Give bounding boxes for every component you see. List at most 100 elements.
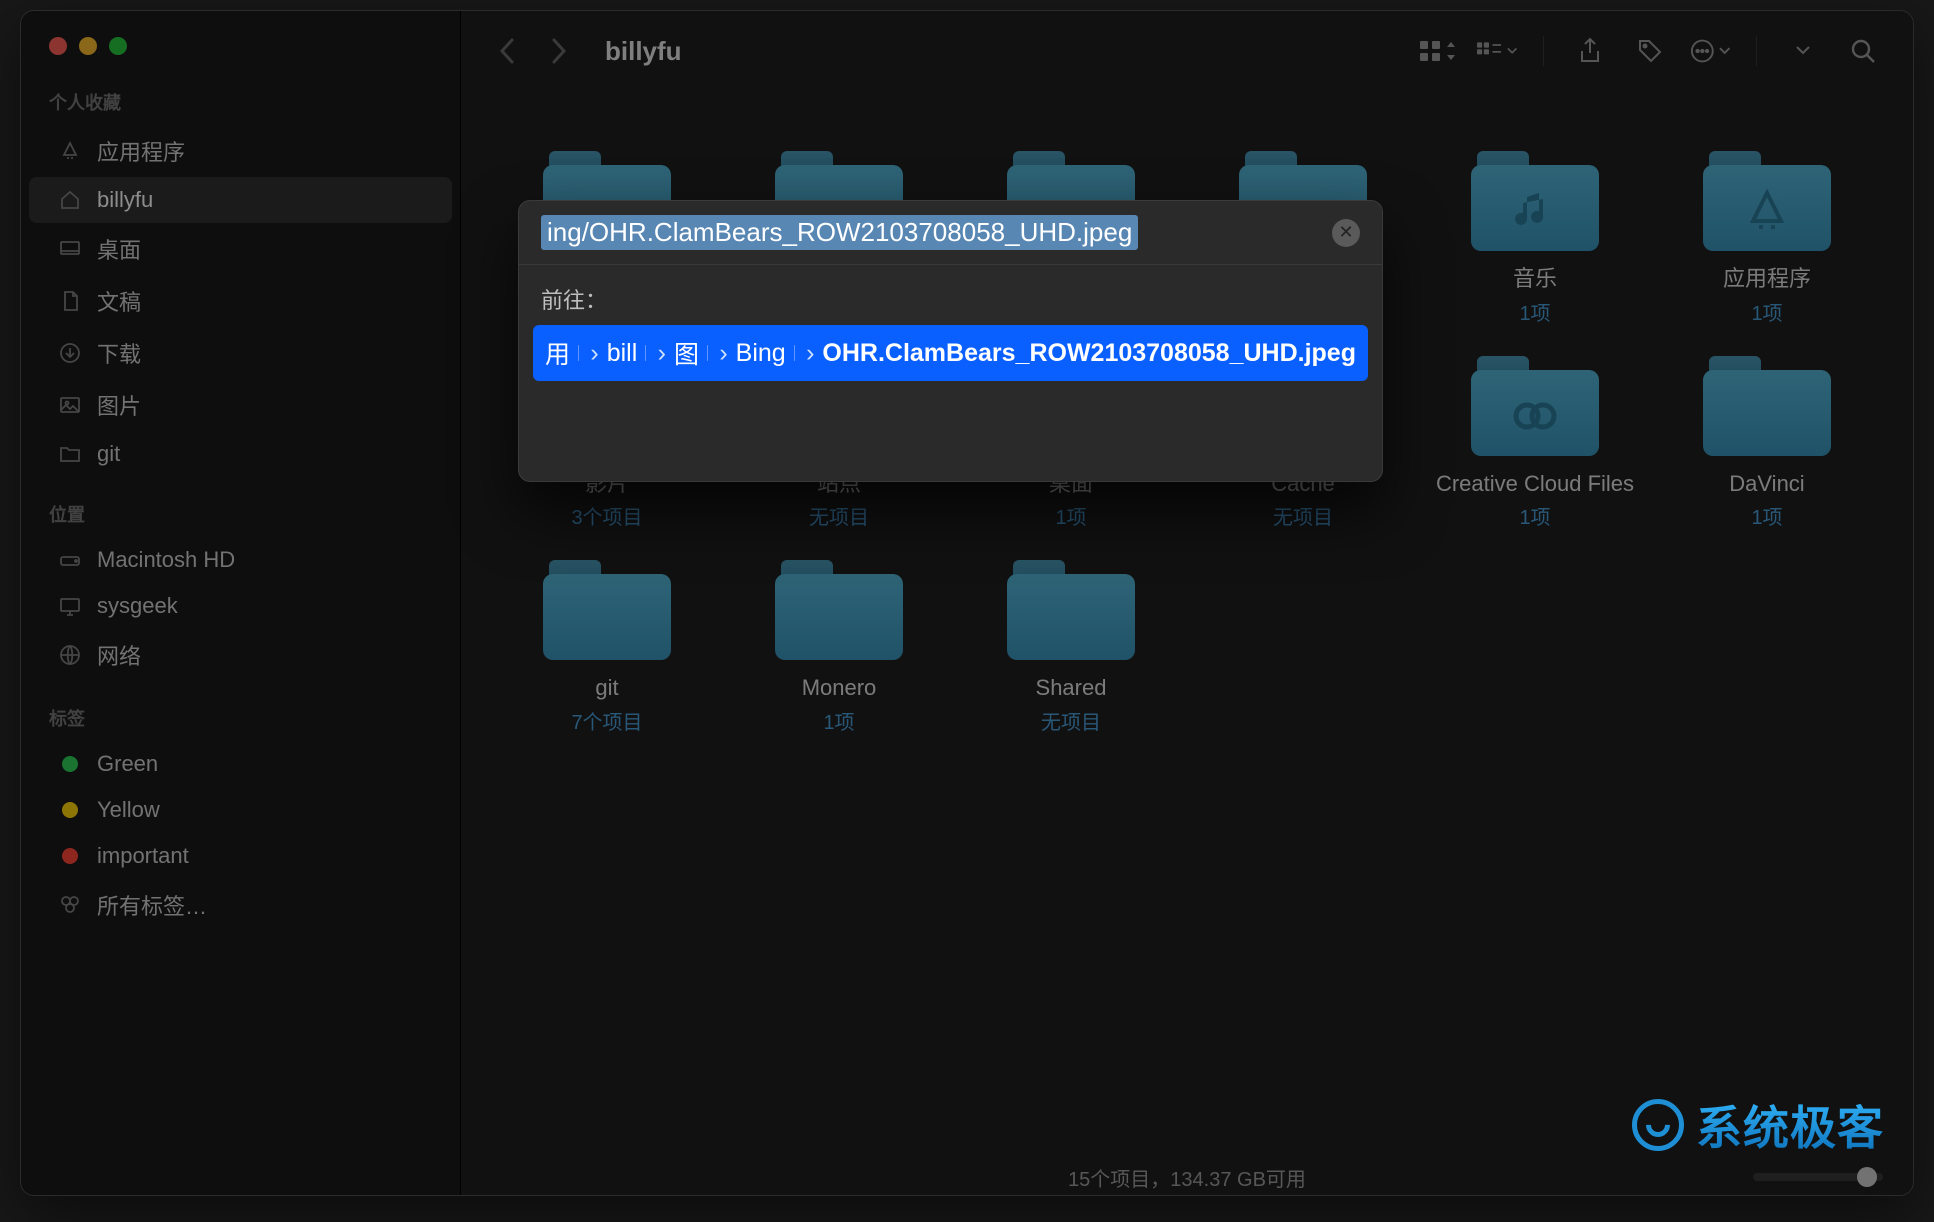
tag-dot-icon [57,797,83,823]
minimize-dot[interactable] [79,37,97,55]
sidebar-item-label: 下载 [97,337,141,369]
more-icon[interactable] [1690,35,1730,67]
sidebar-item-桌面[interactable]: 桌面 [29,223,452,275]
folder-item[interactable]: Shared 无项目 [961,560,1181,735]
folder-item-count: 1项 [1751,297,1782,326]
goto-label: 前往： [519,265,1382,325]
display-icon [57,593,83,619]
download-icon [57,340,83,366]
sidebar-item-important[interactable]: important [29,833,452,879]
search-icon[interactable] [1843,35,1883,67]
goto-folder-dialog: ing/OHR.ClamBears_ROW2103708058_UHD.jpeg… [518,200,1383,482]
desktop-icon [57,236,83,262]
status-text: 15个项目，134.37 GB可用 [1068,1163,1306,1192]
folder-icon [1007,560,1135,660]
sidebar-item-label: 文稿 [97,285,141,317]
home-icon [57,187,83,213]
tag-icon[interactable] [1630,35,1670,67]
sidebar-item-所有标签…[interactable]: 所有标签… [29,879,452,931]
globe-icon [57,642,83,668]
nav-forward-icon[interactable] [543,35,575,67]
folder-icon [1471,356,1599,456]
goto-input-row: ing/OHR.ClamBears_ROW2103708058_UHD.jpeg… [519,201,1382,265]
sidebar-item-label: important [97,843,189,869]
folder-item-count: 1项 [1519,297,1550,326]
folder-item-count: 1项 [823,706,854,735]
folder-item-count: 1项 [1519,501,1550,530]
zoom-dot[interactable] [109,37,127,55]
picture-icon [57,392,83,418]
watermark-text: 系统极客 [1696,1092,1884,1158]
disk-icon [57,547,83,573]
sidebar-item-label: 应用程序 [97,135,185,167]
traffic-lights [21,25,460,89]
sidebar-item-文稿[interactable]: 文稿 [29,275,452,327]
folder-item-count: 1项 [1055,501,1086,530]
sidebar-item-label: Green [97,751,158,777]
folder-item-count: 7个项目 [571,706,642,735]
folder-item[interactable]: 应用程序 1项 [1657,151,1877,326]
sidebar-item-sysgeek[interactable]: sysgeek [29,583,452,629]
chevron-down-icon[interactable] [1783,35,1823,67]
folder-item[interactable]: Monero1项 [729,560,949,735]
folder-name: DaVinci [1729,470,1804,498]
folder-item-count: 无项目 [1273,501,1333,530]
toolbar: billyfu [461,11,1913,91]
sidebar-item-图片[interactable]: 图片 [29,379,452,431]
folder-icon [1703,356,1831,456]
folder-item[interactable]: Creative Cloud Files 1项 [1425,356,1645,531]
goto-suggestion[interactable]: 用›bill›图›Bing›OHR.ClamBears_ROW210370805… [533,325,1368,381]
folder-item-count: 无项目 [1041,706,1101,735]
status-bar: 15个项目，134.37 GB可用 [461,1159,1913,1195]
sidebar-item-应用程序[interactable]: 应用程序 [29,125,452,177]
tags-header: 标签 [21,705,460,741]
watermark-logo-icon [1632,1099,1684,1151]
folder-name: Shared [1036,674,1107,702]
tag-dot-icon [57,843,83,869]
sidebar-item-label: 图片 [97,389,141,421]
sidebar-item-label: 所有标签… [97,889,207,921]
sidebar-item-label: 桌面 [97,233,141,265]
sidebar-item-green[interactable]: Green [29,741,452,787]
sidebar-item-网络[interactable]: 网络 [29,629,452,681]
folder-icon [543,560,671,660]
folder-item[interactable]: git 7个项目 [497,560,717,735]
sidebar-item-label: 网络 [97,639,141,671]
sidebar-item-billyfu[interactable]: billyfu [29,177,452,223]
share-icon[interactable] [1570,35,1610,67]
sidebar-item-git[interactable]: git [29,431,452,477]
sidebar-item-yellow[interactable]: Yellow [29,787,452,833]
folder-name: 应用程序 [1723,265,1811,293]
content-pane: billyfu 音乐1项应用程序1项影片3个项目站点无项目桌面1项Cache无项… [461,11,1913,1195]
nav-back-icon[interactable] [491,35,523,67]
folder-icon [775,560,903,660]
folder-item[interactable]: DaVinci1项 [1657,356,1877,531]
finder-window: 个人收藏 应用程序 billyfu 桌面文稿下载图片 git 位置 Macintosh… [20,10,1914,1196]
watermark: 系统极客 [1632,1092,1884,1158]
folder-name: Creative Cloud Files [1436,470,1634,498]
sidebar-item-label: sysgeek [97,593,178,619]
view-mode-icon[interactable] [1417,35,1457,67]
folder-name: git [595,674,618,702]
folder-icon [1471,151,1599,251]
all-tags-icon [57,892,83,918]
favorites-header: 个人收藏 [21,89,460,125]
sidebar-item-label: billyfu [97,187,153,213]
folder-item-count: 3个项目 [571,501,642,530]
close-dot[interactable] [49,37,67,55]
sidebar-item-macintosh hd[interactable]: Macintosh HD [29,537,452,583]
app-store-icon [57,138,83,164]
goto-path-input[interactable]: ing/OHR.ClamBears_ROW2103708058_UHD.jpeg [541,215,1138,250]
folder-name: 音乐 [1513,265,1557,293]
group-icon[interactable] [1477,35,1517,67]
clear-input-icon[interactable]: ✕ [1332,219,1360,247]
icon-size-slider[interactable] [1753,1173,1883,1181]
folder-item-count: 无项目 [809,501,869,530]
toolbar-title: billyfu [605,36,682,67]
sidebar-item-label: Macintosh HD [97,547,235,573]
sidebar-item-下载[interactable]: 下载 [29,327,452,379]
sidebar: 个人收藏 应用程序 billyfu 桌面文稿下载图片 git 位置 Macintosh… [21,11,461,1195]
folder-item[interactable]: 音乐 1项 [1425,151,1645,326]
sidebar-item-label: git [97,441,120,467]
locations-header: 位置 [21,501,460,537]
